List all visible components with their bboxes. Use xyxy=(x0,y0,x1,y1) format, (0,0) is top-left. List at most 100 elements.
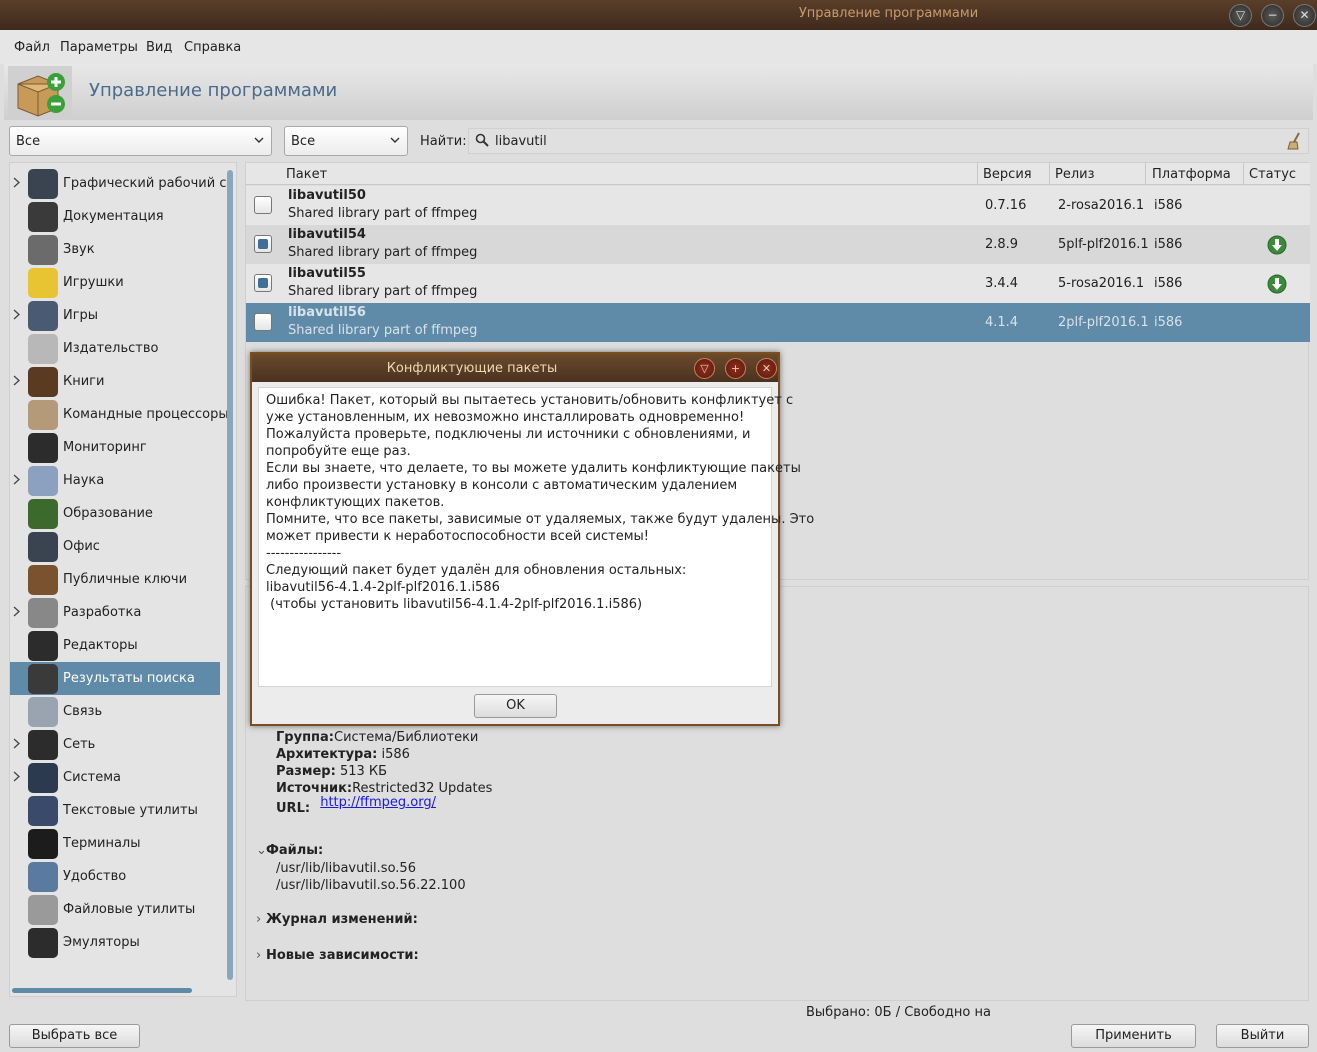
sidebar-item[interactable]: Офис xyxy=(10,530,220,563)
window-close-button[interactable]: ✕ xyxy=(1293,4,1316,27)
app-header: Управление программами xyxy=(4,64,1313,120)
column-package[interactable]: Пакет xyxy=(286,167,327,182)
sidebar-item[interactable]: Сеть xyxy=(10,728,220,761)
dialog-menu-button[interactable]: ▽ xyxy=(694,358,715,379)
sidebar-item[interactable]: Звук xyxy=(10,233,220,266)
column-platform[interactable]: Платформа xyxy=(1152,167,1231,182)
installed-status-icon xyxy=(1267,274,1287,294)
page-title: Управление программами xyxy=(89,80,338,101)
dependencies-section-header[interactable]: › Новые зависимости: xyxy=(256,948,419,963)
sidebar-item-label: Командные процессоры xyxy=(63,407,229,422)
education-icon xyxy=(28,499,58,529)
sidebar-item-label: Публичные ключи xyxy=(63,572,188,587)
dialog-close-button[interactable]: ✕ xyxy=(756,358,777,379)
publishing-icon xyxy=(28,334,58,364)
sidebar-item[interactable]: Графический рабочий с xyxy=(10,167,226,200)
search-results-icon xyxy=(28,664,58,694)
sidebar-item-label: Результаты поиска xyxy=(63,671,195,686)
chevron-right-icon[interactable] xyxy=(12,474,21,485)
status-filter-select[interactable]: Все xyxy=(284,126,408,156)
menu-help[interactable]: Справка xyxy=(184,40,241,55)
sidebar-item-label: Издательство xyxy=(63,341,159,356)
sidebar-item[interactable]: Текстовые утилиты xyxy=(10,794,220,827)
table-row[interactable]: libavutil54 Shared library part of ffmpeg… xyxy=(246,225,1310,264)
sidebar-item[interactable]: Образование xyxy=(10,497,220,530)
package-checkbox[interactable] xyxy=(254,313,272,331)
chevron-right-icon[interactable] xyxy=(12,177,21,188)
dialog-message-line: (чтобы установить libavutil56-4.1.4-2plf… xyxy=(266,597,643,612)
package-checkbox[interactable] xyxy=(254,235,272,253)
sidebar-item[interactable]: Терминалы xyxy=(10,827,220,860)
status-line: Выбрано: 0Б / Свободно на xyxy=(806,1005,991,1020)
apply-button[interactable]: Применить xyxy=(1071,1024,1196,1048)
scrollbar-thumb[interactable] xyxy=(227,170,233,980)
detail-url: URL: http://ffmpeg.org/ xyxy=(276,795,436,816)
table-row[interactable]: libavutil50 Shared library part of ffmpeg… xyxy=(246,186,1310,225)
select-all-button[interactable]: Выбрать все xyxy=(9,1024,140,1048)
url-link[interactable]: http://ffmpeg.org/ xyxy=(320,795,436,810)
dialog-title: Конфликтующие пакеты xyxy=(386,361,558,376)
menu-parameters[interactable]: Параметры xyxy=(60,40,138,55)
sidebar-item-label: Редакторы xyxy=(63,638,138,653)
documentation-icon xyxy=(28,202,58,232)
changelog-section-header[interactable]: › Журнал изменений: xyxy=(256,912,418,927)
table-row[interactable]: libavutil56 Shared library part of ffmpeg… xyxy=(246,303,1310,342)
clear-search-icon[interactable] xyxy=(1286,132,1302,150)
sidebar-item[interactable]: Документация xyxy=(10,200,220,233)
dialog-message-line: уже установленным, их невозможно инсталл… xyxy=(266,410,745,425)
window-menu-button[interactable]: ▽ xyxy=(1229,4,1252,27)
table-row[interactable]: libavutil55 Shared library part of ffmpeg… xyxy=(246,264,1310,303)
window-titlebar: Управление программами ▽ − ✕ xyxy=(0,0,1317,30)
sidebar-item[interactable]: Игры xyxy=(10,299,220,332)
chevron-right-icon[interactable] xyxy=(12,375,21,386)
speaker-icon xyxy=(28,235,58,265)
sidebar-item[interactable]: Наука xyxy=(10,464,220,497)
exit-button[interactable]: Выйти xyxy=(1216,1024,1309,1048)
files-section-header[interactable]: ⌄Файлы: xyxy=(256,843,323,858)
detail-source: Источник:Restricted32 Updates xyxy=(276,781,493,796)
sidebar-item[interactable]: Система xyxy=(10,761,220,794)
column-release[interactable]: Релиз xyxy=(1055,167,1095,182)
sidebar-item[interactable]: Игрушки xyxy=(10,266,220,299)
menu-file[interactable]: Файл xyxy=(14,40,50,55)
group-filter-select[interactable]: Все xyxy=(9,126,272,156)
search-input[interactable]: libavutil xyxy=(468,128,1309,154)
sidebar-item[interactable]: Эмуляторы xyxy=(10,926,220,959)
monitor-icon xyxy=(28,433,58,463)
package-release: 2-rosa2016.1 xyxy=(1058,198,1145,213)
package-release: 5-rosa2016.1 xyxy=(1058,276,1145,291)
sidebar-item[interactable]: Издательство xyxy=(10,332,220,365)
sidebar-item-label: Мониторинг xyxy=(63,440,147,455)
package-manager-logo-icon xyxy=(8,66,72,118)
sidebar-horizontal-scrollbar[interactable] xyxy=(12,986,216,994)
find-label: Найти: xyxy=(420,134,467,149)
scrollbar-thumb[interactable] xyxy=(12,988,192,993)
package-checkbox[interactable] xyxy=(254,196,272,214)
chevron-right-icon[interactable] xyxy=(12,606,21,617)
sidebar-item[interactable]: Разработка xyxy=(10,596,220,629)
chevron-right-icon[interactable] xyxy=(12,738,21,749)
sidebar-item[interactable]: Командные процессоры xyxy=(10,398,229,431)
dialog-maximize-button[interactable]: + xyxy=(725,358,746,379)
menu-view[interactable]: Вид xyxy=(146,40,172,55)
chevron-right-icon[interactable] xyxy=(12,309,21,320)
chevron-right-icon[interactable] xyxy=(12,771,21,782)
sidebar-item[interactable]: Связь xyxy=(10,695,220,728)
package-checkbox[interactable] xyxy=(254,274,272,292)
ok-button[interactable]: OK xyxy=(474,694,557,718)
sidebar-item[interactable]: Публичные ключи xyxy=(10,563,220,596)
sidebar-item[interactable]: Книги xyxy=(10,365,220,398)
sidebar-item[interactable]: Результаты поиска xyxy=(10,662,220,695)
sidebar-item[interactable]: Редакторы xyxy=(10,629,220,662)
window-minimize-button[interactable]: − xyxy=(1261,4,1284,27)
sidebar-item[interactable]: Файловые утилиты xyxy=(10,893,220,926)
package-description: Shared library part of ffmpeg xyxy=(288,323,478,338)
column-status[interactable]: Статус xyxy=(1249,167,1296,182)
sidebar-item-label: Текстовые утилиты xyxy=(63,803,198,818)
sidebar-item[interactable]: Мониторинг xyxy=(10,431,220,464)
sidebar-vertical-scrollbar[interactable] xyxy=(226,162,235,982)
category-sidebar[interactable]: Графический рабочий с Документация Звук Игр… xyxy=(9,162,237,997)
column-version[interactable]: Версия xyxy=(983,167,1032,182)
dialog-message-line: Если вы знаете, что делаете, то вы может… xyxy=(266,461,801,476)
sidebar-item[interactable]: Удобство xyxy=(10,860,220,893)
